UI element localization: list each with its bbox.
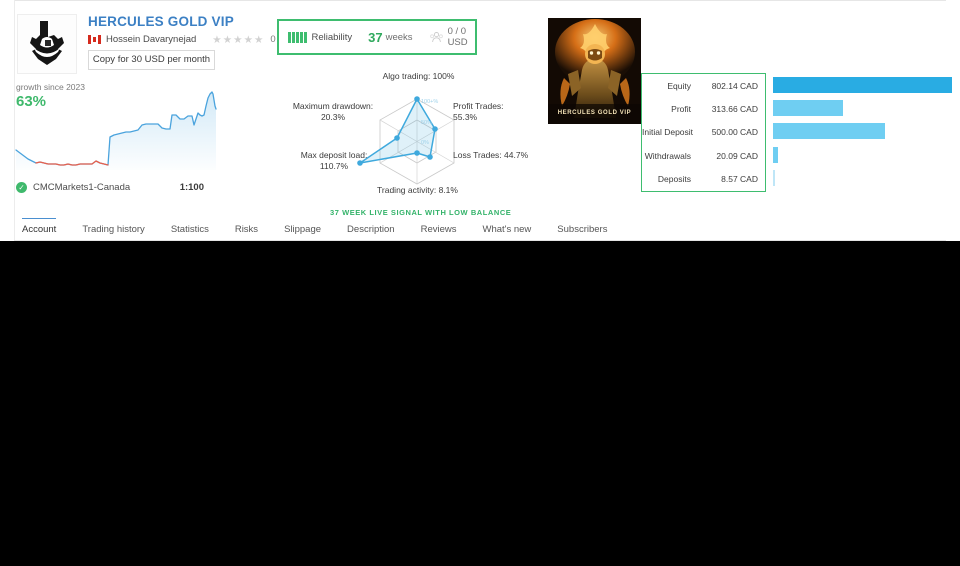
row-value-profit: 313.66 CAD bbox=[711, 104, 758, 115]
row-value-equity: 802.14 CAD bbox=[711, 80, 758, 91]
account-summary-bar-chart bbox=[773, 73, 955, 192]
content-sheet: HERCULES GOLD VIP Hossein Davarynejad ★ … bbox=[0, 0, 960, 241]
signal-banner: 37 WEEK LIVE SIGNAL WITH LOW BALANCE bbox=[330, 208, 512, 217]
broker-row: ✓ CMCMarkets1-Canada 1:100 bbox=[16, 182, 204, 193]
tab-slippage[interactable]: Slippage bbox=[284, 218, 321, 240]
row-label-deposits: Deposits bbox=[657, 174, 691, 185]
copy-subscription-button[interactable]: Copy for 30 USD per month bbox=[88, 50, 215, 70]
product-artwork-icon bbox=[548, 18, 641, 124]
table-row: Equity 802.14 CAD bbox=[642, 74, 765, 97]
table-row: Withdrawals 20.09 CAD bbox=[642, 144, 765, 167]
star-icon: ★ bbox=[243, 33, 253, 46]
reliability-summary-box: Reliability 37 weeks 0 / 0 USD bbox=[277, 19, 477, 55]
avatar-logo-icon bbox=[18, 15, 76, 73]
svg-text:50%: 50% bbox=[421, 120, 432, 126]
reliability-bars-icon bbox=[288, 31, 307, 43]
growth-value: 63% bbox=[16, 93, 47, 110]
growth-caption: growth since 2023 bbox=[16, 82, 85, 92]
bar-slot bbox=[773, 96, 955, 119]
svg-text:0%: 0% bbox=[421, 140, 429, 146]
bar-slot bbox=[773, 120, 955, 143]
reliability-label: Reliability bbox=[311, 31, 353, 43]
star-icon: ★ bbox=[222, 33, 233, 46]
author-name[interactable]: Hossein Davarynejad bbox=[106, 34, 196, 45]
subscribers-value: 0 / 0 USD bbox=[447, 26, 468, 48]
row-label-equity: Equity bbox=[667, 80, 691, 91]
bar-slot bbox=[773, 143, 955, 166]
bar-profit bbox=[773, 100, 843, 117]
canada-flag-icon bbox=[88, 35, 101, 44]
tab-subscribers[interactable]: Subscribers bbox=[557, 218, 607, 240]
tab-trading-history[interactable]: Trading history bbox=[82, 218, 144, 240]
broker-name: CMCMarkets1-Canada bbox=[33, 182, 131, 193]
account-summary-table: Equity 802.14 CAD Profit 313.66 CAD Init… bbox=[641, 73, 766, 192]
tab-account[interactable]: Account bbox=[22, 218, 57, 240]
row-label-initial-deposit: Initial Deposit bbox=[642, 127, 694, 138]
group-icon bbox=[429, 31, 443, 44]
tab-risks[interactable]: Risks bbox=[235, 218, 258, 240]
bar-initial-deposit bbox=[773, 123, 885, 140]
page-title[interactable]: HERCULES GOLD VIP bbox=[88, 14, 234, 29]
table-row: Initial Deposit 500.00 CAD bbox=[642, 121, 765, 144]
tab-whats-new[interactable]: What's new bbox=[482, 218, 531, 240]
product-image[interactable]: HERCULES GOLD VIP bbox=[548, 18, 641, 124]
row-value-deposits: 8.57 CAD bbox=[721, 174, 758, 185]
rating-stars[interactable]: ★ ★ ★ ★ ★ bbox=[212, 33, 264, 46]
table-row: Deposits 8.57 CAD bbox=[642, 168, 765, 191]
bar-slot bbox=[773, 73, 955, 96]
avatar[interactable] bbox=[17, 14, 77, 74]
bottom-divider bbox=[14, 240, 946, 241]
star-icon: ★ bbox=[233, 33, 243, 46]
leverage-value: 1:100 bbox=[179, 182, 204, 193]
page-root: HERCULES GOLD VIP Hossein Davarynejad ★ … bbox=[0, 0, 960, 566]
tab-statistics[interactable]: Statistics bbox=[171, 218, 209, 240]
tab-bar: Account Trading history Statistics Risks… bbox=[16, 218, 946, 240]
tab-description[interactable]: Description bbox=[347, 218, 395, 240]
row-label-profit: Profit bbox=[671, 104, 691, 115]
top-divider bbox=[14, 0, 946, 1]
bar-deposits bbox=[773, 170, 775, 187]
weeks-number: 37 bbox=[368, 29, 383, 45]
row-value-initial-deposit: 500.00 CAD bbox=[711, 127, 758, 138]
svg-text:100+%: 100+% bbox=[421, 99, 438, 105]
check-badge-icon: ✓ bbox=[16, 182, 27, 193]
bar-slot bbox=[773, 167, 955, 190]
product-image-caption: HERCULES GOLD VIP bbox=[557, 110, 632, 116]
table-row: Profit 313.66 CAD bbox=[642, 97, 765, 120]
bar-withdrawals bbox=[773, 146, 778, 163]
bar-equity bbox=[773, 76, 952, 93]
star-icon: ★ bbox=[212, 33, 222, 46]
tab-reviews[interactable]: Reviews bbox=[421, 218, 457, 240]
star-icon: ★ bbox=[253, 33, 264, 46]
weeks-word: weeks bbox=[385, 31, 413, 43]
row-value-withdrawals: 20.09 CAD bbox=[716, 150, 758, 161]
row-label-withdrawals: Withdrawals bbox=[644, 150, 691, 161]
performance-radar-chart: 100+% 50% 0% Algo trading: 100% Profit T… bbox=[288, 68, 546, 200]
